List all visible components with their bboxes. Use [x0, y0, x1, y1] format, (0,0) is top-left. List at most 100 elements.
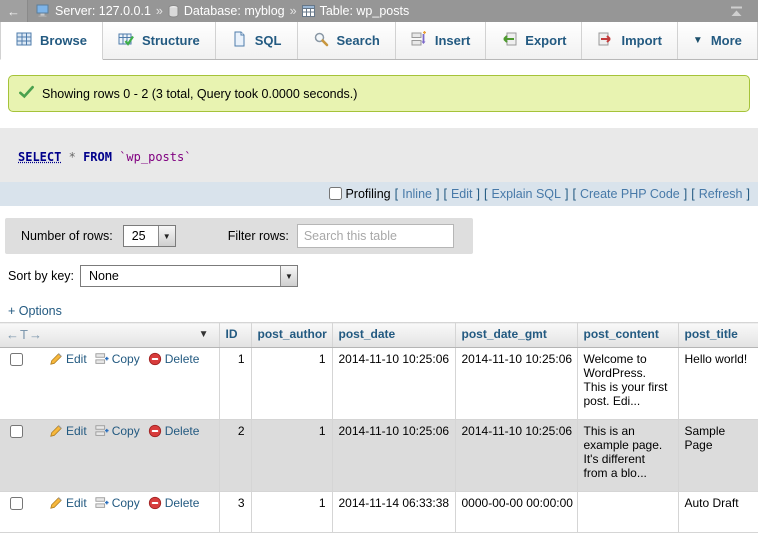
explain-sql-link[interactable]: Explain SQL	[491, 187, 560, 201]
bracket: ]	[747, 187, 750, 201]
server-icon	[36, 4, 50, 18]
cell-post-title: Hello world!	[678, 348, 758, 420]
edit-row-link[interactable]: Edit	[66, 496, 87, 510]
options-toggle-link[interactable]: + Options	[8, 304, 62, 318]
tab-more[interactable]: ▼ More	[678, 22, 758, 59]
tab-sql[interactable]: SQL	[216, 22, 298, 59]
sort-by-key-value: None	[81, 266, 280, 286]
bracket: ]	[684, 187, 687, 201]
success-message: Showing rows 0 - 2 (3 total, Query took …	[8, 75, 750, 112]
tab-label: SQL	[255, 33, 282, 48]
inline-link[interactable]: Inline	[402, 187, 432, 201]
profiling-checkbox[interactable]	[329, 187, 342, 200]
row-checkbox[interactable]	[10, 353, 23, 366]
sql-query: SELECT * FROM `wp_posts`	[0, 128, 758, 182]
cell-id: 2	[219, 420, 251, 492]
row-actions-cell: Edit Copy Delete	[0, 492, 219, 533]
tab-bar: Browse Structure SQL Search Insert Expor…	[0, 22, 758, 60]
rows-per-page-select[interactable]: 25 ▼	[123, 225, 176, 247]
copy-row-link[interactable]: Copy	[112, 496, 140, 510]
tab-label: Search	[337, 33, 380, 48]
copy-rows-icon[interactable]	[95, 496, 109, 510]
refresh-link[interactable]: Refresh	[699, 187, 743, 201]
search-icon	[313, 31, 329, 50]
edit-query-link[interactable]: Edit	[451, 187, 473, 201]
row-checkbox[interactable]	[10, 497, 23, 510]
delete-circle-icon[interactable]	[148, 424, 162, 438]
rows-per-page-value: 25	[124, 226, 158, 246]
edit-pencil-icon[interactable]	[49, 352, 63, 366]
bracket: ]	[477, 187, 480, 201]
cell-post-author: 1	[251, 492, 332, 533]
tab-browse[interactable]: Browse	[0, 22, 103, 60]
column-header-post-title[interactable]: post_title	[678, 323, 758, 348]
create-php-code-link[interactable]: Create PHP Code	[580, 187, 680, 201]
bracket: ]	[565, 187, 568, 201]
tab-label: Export	[525, 33, 566, 48]
sql-star: *	[69, 150, 76, 164]
tab-insert[interactable]: Insert	[396, 22, 486, 59]
filter-rows-input[interactable]	[297, 224, 454, 248]
delete-row-link[interactable]: Delete	[165, 496, 200, 510]
profiling-checkbox-label[interactable]: Profiling	[329, 187, 390, 201]
tab-export[interactable]: Export	[486, 22, 582, 59]
header-dropdown-icon[interactable]: ▼	[199, 329, 209, 340]
structure-icon	[118, 31, 134, 50]
breadcrumb: Server: 127.0.0.1 » Database: myblog » T…	[28, 4, 409, 18]
breadcrumb-table[interactable]: Table: wp_posts	[320, 4, 410, 18]
delete-row-link[interactable]: Delete	[165, 352, 200, 366]
delete-circle-icon[interactable]	[148, 496, 162, 510]
edit-pencil-icon[interactable]	[49, 424, 63, 438]
cell-post-date: 2014-11-10 10:25:06	[332, 348, 455, 420]
cell-post-date-gmt: 2014-11-10 10:25:06	[455, 420, 577, 492]
bracket: [	[395, 187, 398, 201]
cell-post-date-gmt: 2014-11-10 10:25:06	[455, 348, 577, 420]
column-header-post-content[interactable]: post_content	[577, 323, 678, 348]
tab-import[interactable]: Import	[582, 22, 677, 59]
tab-search[interactable]: Search	[298, 22, 396, 59]
back-arrow-button[interactable]: ←	[0, 0, 28, 22]
tab-label: Import	[621, 33, 661, 48]
bracket: [	[484, 187, 487, 201]
tab-label: More	[711, 33, 742, 48]
row-actions-cell: Edit Copy Delete	[0, 420, 219, 492]
column-move-icon[interactable]: ←T→	[6, 327, 43, 342]
column-header-post-date[interactable]: post_date	[332, 323, 455, 348]
number-of-rows-label: Number of rows:	[21, 229, 113, 243]
delete-circle-icon[interactable]	[148, 352, 162, 366]
sql-keyword-select[interactable]: SELECT	[18, 150, 61, 164]
bracket: ]	[436, 187, 439, 201]
copy-rows-icon[interactable]	[95, 424, 109, 438]
sql-icon	[231, 31, 247, 50]
breadcrumb-server[interactable]: Server: 127.0.0.1	[55, 4, 151, 18]
row-checkbox[interactable]	[10, 425, 23, 438]
edit-row-link[interactable]: Edit	[66, 352, 87, 366]
edit-row-link[interactable]: Edit	[66, 424, 87, 438]
cell-post-title: Auto Draft	[678, 492, 758, 533]
cell-post-title: Sample Page	[678, 420, 758, 492]
sort-by-key-select[interactable]: None ▼	[80, 265, 298, 287]
tab-structure[interactable]: Structure	[103, 22, 216, 59]
cell-post-date: 2014-11-10 10:25:06	[332, 420, 455, 492]
cell-id: 3	[219, 492, 251, 533]
column-header-post-author[interactable]: post_author	[251, 323, 332, 348]
delete-row-link[interactable]: Delete	[165, 424, 200, 438]
table-icon	[302, 5, 315, 17]
column-header-id[interactable]: ID	[219, 323, 251, 348]
collapse-console-icon[interactable]	[729, 5, 744, 18]
breadcrumb-database[interactable]: Database: myblog	[184, 4, 285, 18]
chevron-down-icon: ▼	[693, 35, 703, 46]
table-row: Edit Copy Delete 2 1 2014-11-10 10:25:06…	[0, 420, 758, 492]
cell-post-date: 2014-11-14 06:33:38	[332, 492, 455, 533]
copy-row-link[interactable]: Copy	[112, 352, 140, 366]
copy-rows-icon[interactable]	[95, 352, 109, 366]
cell-post-author: 1	[251, 420, 332, 492]
edit-pencil-icon[interactable]	[49, 496, 63, 510]
dropdown-arrow-icon: ▼	[158, 226, 175, 246]
column-header-post-date-gmt[interactable]: post_date_gmt	[455, 323, 577, 348]
browse-icon	[16, 31, 32, 50]
cell-post-content	[577, 492, 678, 533]
copy-row-link[interactable]: Copy	[112, 424, 140, 438]
sql-keyword-from: FROM	[83, 150, 112, 164]
sort-by-key-label: Sort by key:	[8, 269, 74, 283]
